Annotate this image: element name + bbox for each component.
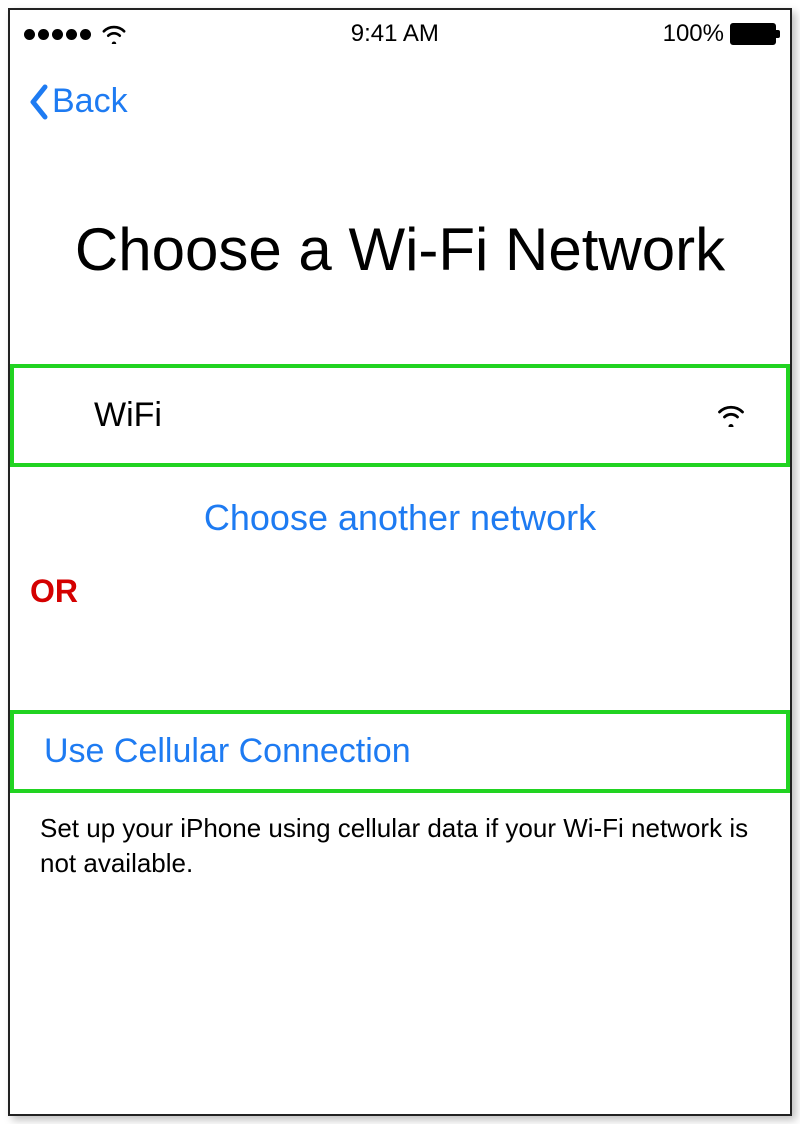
use-cellular-label: Use Cellular Connection	[44, 732, 411, 770]
page-title: Choose a Wi-Fi Network	[10, 215, 790, 284]
choose-another-network-link[interactable]: Choose another network	[10, 497, 790, 539]
phone-frame: 9:41 AM 100% Back Choose a Wi-Fi Network…	[8, 8, 792, 1116]
wifi-network-row[interactable]: WiFi	[10, 364, 790, 467]
wifi-status-icon	[101, 24, 127, 44]
cellular-footnote: Set up your iPhone using cellular data i…	[10, 793, 790, 881]
status-right: 100%	[663, 20, 776, 48]
battery-percent: 100%	[663, 20, 724, 48]
use-cellular-connection-row[interactable]: Use Cellular Connection	[10, 710, 790, 793]
wifi-icon	[716, 403, 746, 427]
back-label: Back	[52, 82, 128, 121]
status-bar: 9:41 AM 100%	[10, 10, 790, 52]
signal-strength-icon	[24, 29, 91, 40]
nav-bar: Back	[10, 52, 790, 125]
or-annotation: OR	[10, 573, 790, 610]
battery-icon	[730, 23, 776, 45]
chevron-left-icon	[28, 84, 50, 120]
wifi-network-name: WiFi	[94, 396, 162, 435]
back-button[interactable]: Back	[28, 82, 128, 121]
status-time: 9:41 AM	[351, 20, 439, 48]
status-left	[24, 24, 127, 44]
